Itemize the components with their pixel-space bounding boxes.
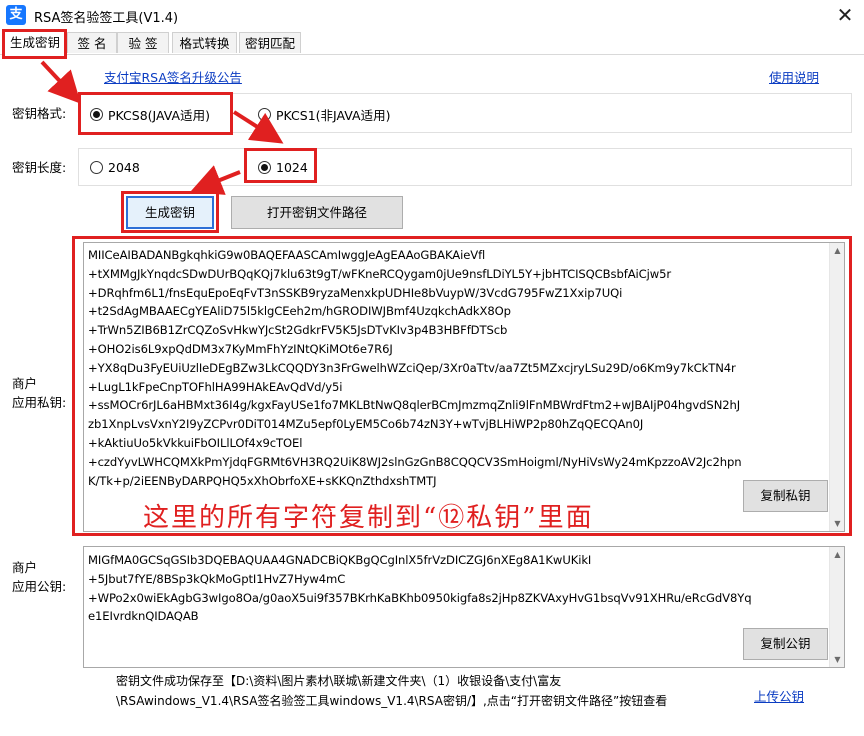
arrow-tab-to-format (40, 60, 81, 104)
scroll-down-icon[interactable]: ▼ (830, 652, 844, 667)
private-key-line: K/Tk+p/2iEENByDARPQHQ5xXhObrfoXE+sKKQnZt… (88, 473, 437, 488)
scroll-up-icon[interactable]: ▲ (830, 243, 844, 258)
arrow-length-to-generate (190, 165, 241, 195)
public-key-line: +5Jbut7fYE/8BSp3kQkMoGptI1HvZ7Hyw4mC (88, 571, 346, 586)
upload-public-key-link[interactable]: 上传公钥 (754, 686, 804, 705)
private-key-line: +LugL1kFpeCnpTOFhlHA99HAkEAvQdVd/y5i (88, 379, 343, 394)
public-key-label-line2: 应用公钥: (12, 579, 67, 594)
status-line-1: 密钥文件成功保存至【D:\资料\图片素材\联城\新建文件夹\（1）收银设备\支付… (116, 674, 562, 688)
copy-instruction-annotation: 这里的所有字符复制到“⑫私钥”里面 (143, 503, 594, 533)
public-key-textarea[interactable]: MIGfMA0GCSqGSIb3DQEBAQUAA4GNADCBiQKBgQCg… (83, 546, 845, 668)
private-key-line: +czdYyvLWHCQMXkPmYjdqFGRMt6VH3RQ2UiK8WJ2… (88, 454, 742, 469)
private-key-line: +OHO2is6L9xpQdDM3x7KyMmFhYzINtQKiMOt6e7R… (88, 341, 393, 356)
status-line-2: \RSAwindows_V1.4\RSA签名验签工具windows_V1.4\R… (116, 694, 668, 708)
public-key-line: +WPo2x0wiEkAgbG3wIgo8Oa/g0aoX5ui9f357BKr… (88, 590, 752, 605)
private-key-textarea[interactable]: MIICeAIBADANBgkqhkiG9w0BAQEFAASCAmIwggJe… (83, 242, 845, 532)
public-key-scrollbar[interactable]: ▲ ▼ (829, 547, 844, 667)
copy-private-key-button[interactable]: 复制私钥 (743, 480, 828, 512)
private-key-line: MIICeAIBADANBgkqhkiG9w0BAQEFAASCAmIwggJe… (88, 248, 486, 262)
public-key-line: MIGfMA0GCSqGSIb3DQEBAQUAA4GNADCBiQKBgQCg… (88, 553, 592, 567)
private-key-line: +ssMOCr6rJL6aHBMxt36I4g/kgxFayUSe1fo7MKL… (88, 398, 741, 413)
private-key-scrollbar[interactable]: ▲ ▼ (829, 243, 844, 531)
private-key-line: +t2SdAgMBAAECgYEAliD75l5klgCEeh2m/hGRODI… (88, 304, 511, 319)
private-key-label-line1: 商户 (12, 376, 38, 391)
public-key-text: MIGfMA0GCSqGSIb3DQEBAQUAA4GNADCBiQKBgQCg… (88, 551, 823, 626)
public-key-label-line1: 商户 (12, 560, 38, 575)
copy-public-key-button[interactable]: 复制公钥 (743, 628, 828, 660)
scroll-up-icon[interactable]: ▲ (830, 547, 844, 562)
private-key-label-line2: 应用私钥: (12, 395, 67, 410)
private-key-line: +TrWn5ZIB6B1ZrCQZoSvHkwYJcSt2GdkrFV5K5Js… (88, 323, 508, 338)
arrow-format-to-length (232, 110, 284, 144)
private-key-line: +tXMMgJkYnqdcSDwDUrBQqKQj7klu63t9gT/wFKn… (88, 266, 672, 281)
private-key-line: +DRqhfm6L1/fnsEquEpoEqFvT3nSSKB9ryzaMenx… (88, 285, 623, 300)
private-key-text: MIICeAIBADANBgkqhkiG9w0BAQEFAASCAmIwggJe… (88, 246, 823, 490)
scroll-down-icon[interactable]: ▼ (830, 516, 844, 531)
private-key-line: zb1XnpLvsVxnY2I9yZCPvr0DiT014MZu5epf0LyE… (88, 417, 644, 432)
private-key-line: +kAktiuUo5kVkkuiFbOILlLOf4x9cTOEl (88, 435, 303, 450)
public-key-line: e1EIvrdknQIDAQAB (88, 609, 199, 624)
private-key-line: +YX8qDu3FyEUiUzlIeDEgBZw3LkCQQDY3n3FrGwe… (88, 360, 736, 375)
